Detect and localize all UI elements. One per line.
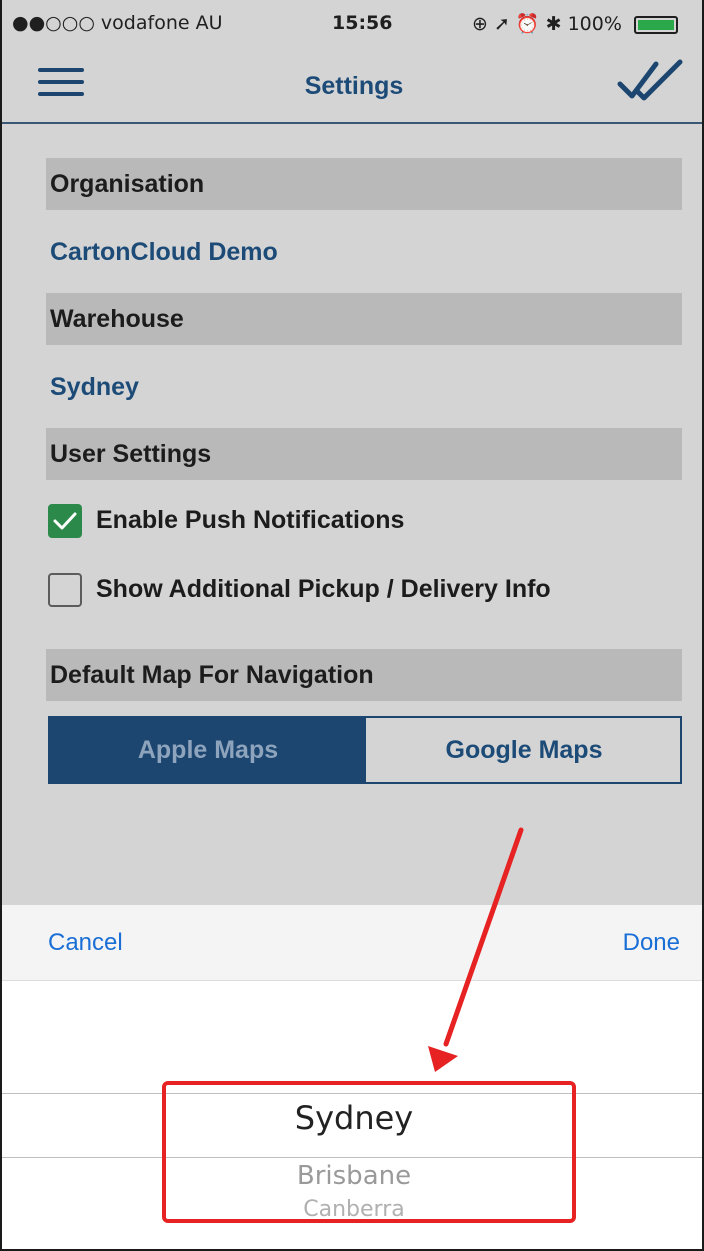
highlight-box — [162, 1081, 576, 1223]
carrier-label: ●●○○○ vodafone AU — [12, 12, 223, 34]
google-maps-segment[interactable]: Google Maps — [366, 718, 682, 782]
default-map-header-label: Default Map For Navigation — [50, 661, 374, 689]
additional-info-option[interactable]: Show Additional Pickup / Delivery Info — [48, 571, 668, 611]
phone-screen: ●●○○○ vodafone AU 15:56 ⊕ ➚ ⏰ ✱ 100% Set… — [0, 0, 704, 1251]
battery-icon — [633, 15, 678, 34]
push-notifications-option[interactable]: Enable Push Notifications — [48, 502, 648, 542]
default-map-header: Default Map For Navigation — [46, 649, 682, 701]
push-notifications-checkbox[interactable] — [48, 504, 82, 538]
organisation-value[interactable]: CartonCloud Demo — [50, 238, 278, 267]
status-indicators: ⊕ ➚ ⏰ ✱ 100% — [472, 12, 678, 35]
status-bar: ●●○○○ vodafone AU 15:56 ⊕ ➚ ⏰ ✱ 100% — [2, 0, 702, 48]
status-right-text: ⊕ ➚ ⏰ ✱ 100% — [472, 13, 622, 35]
settings-screen-dimmed: ●●○○○ vodafone AU 15:56 ⊕ ➚ ⏰ ✱ 100% Set… — [2, 0, 702, 905]
apple-maps-segment[interactable]: Apple Maps — [50, 718, 366, 782]
nav-bar: Settings — [2, 48, 702, 124]
warehouse-value[interactable]: Sydney — [50, 373, 139, 402]
picker-toolbar: Cancel Done — [2, 905, 702, 981]
map-selector: Apple Maps Google Maps — [48, 716, 682, 784]
done-button[interactable]: Done — [623, 929, 680, 957]
warehouse-header: Warehouse — [46, 293, 682, 345]
user-settings-header-label: User Settings — [50, 440, 212, 468]
organisation-header-label: Organisation — [50, 170, 205, 198]
clock: 15:56 — [332, 12, 393, 34]
checkmark-icon — [53, 512, 77, 530]
cancel-button[interactable]: Cancel — [48, 929, 123, 957]
organisation-header: Organisation — [46, 158, 682, 210]
user-settings-header: User Settings — [46, 428, 682, 480]
double-check-icon[interactable] — [616, 56, 686, 106]
page-title: Settings — [304, 72, 404, 100]
additional-info-checkbox[interactable] — [48, 573, 82, 607]
push-notifications-label: Enable Push Notifications — [96, 506, 405, 534]
additional-info-label: Show Additional Pickup / Delivery Info — [96, 575, 551, 603]
warehouse-header-label: Warehouse — [50, 305, 184, 333]
